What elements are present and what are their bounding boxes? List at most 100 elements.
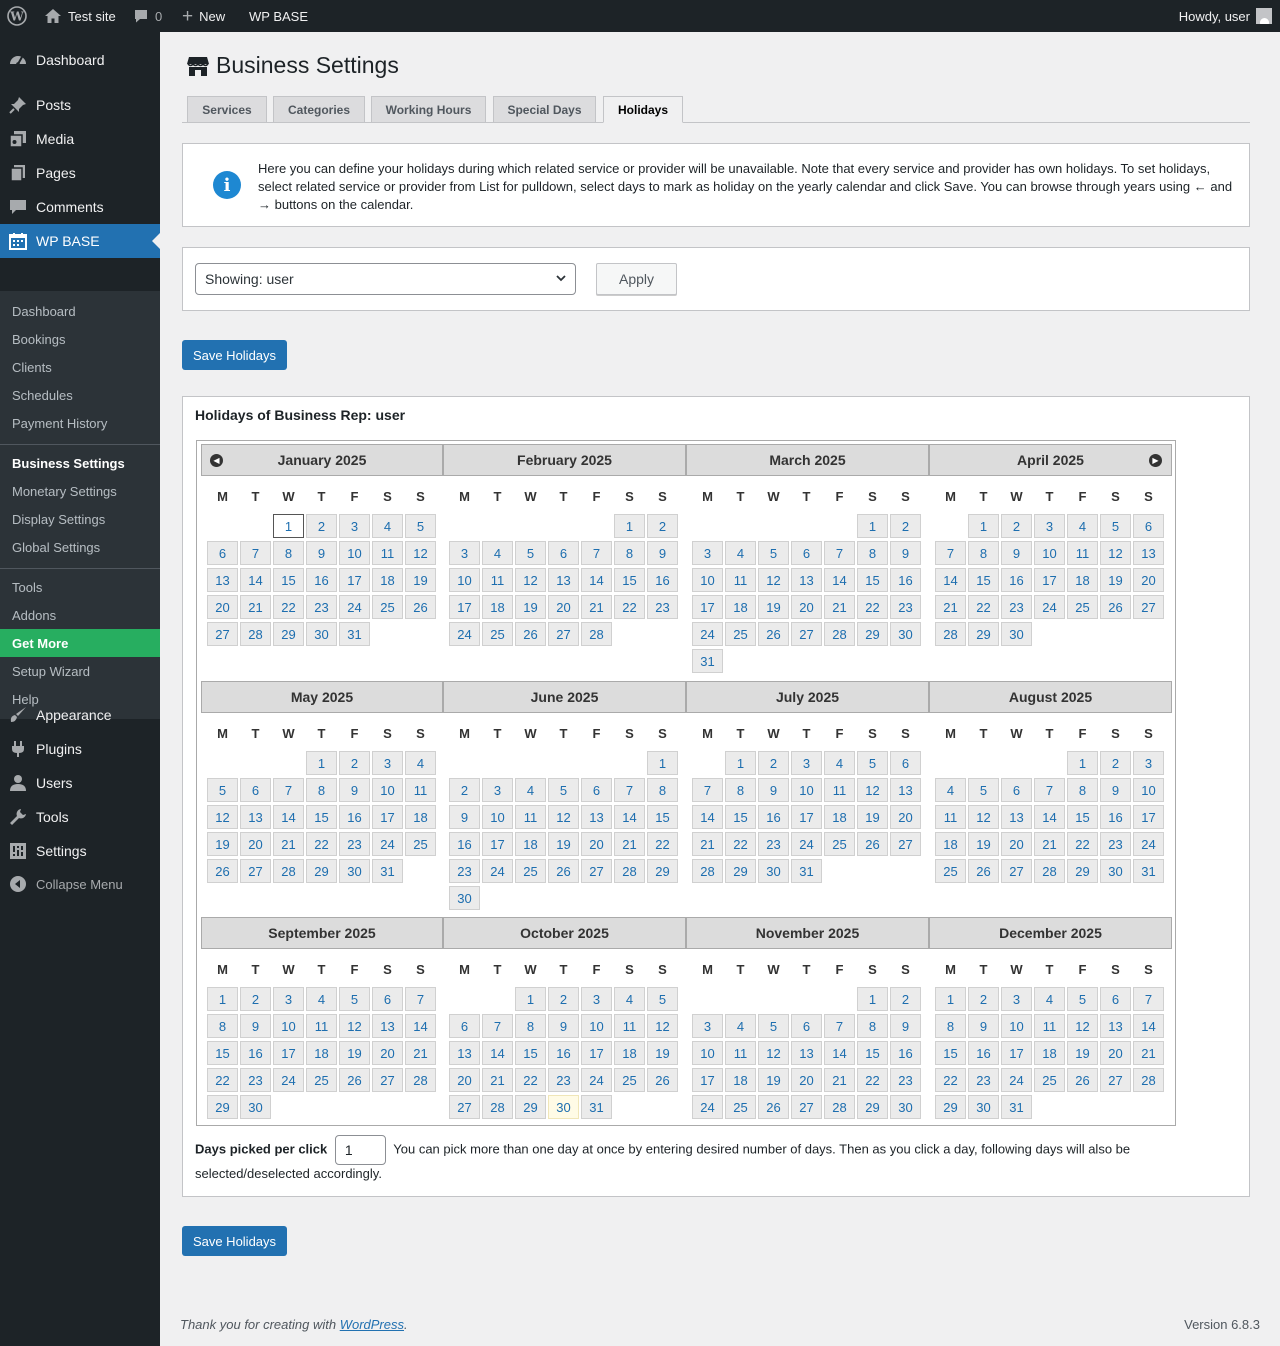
calendar-day[interactable]: 20 [791,595,822,619]
calendar-day[interactable]: 22 [515,1068,546,1092]
calendar-day[interactable]: 12 [515,568,546,592]
calendar-day[interactable]: 7 [1133,987,1164,1011]
calendar-day[interactable]: 16 [1001,568,1032,592]
calendar-day[interactable]: 9 [339,778,370,802]
calendar-day[interactable]: 12 [968,805,999,829]
calendar-day[interactable]: 31 [581,1095,612,1119]
calendar-day[interactable]: 7 [405,987,436,1011]
prev-year-icon[interactable]: ◀ [210,454,223,467]
calendar-day[interactable]: 25 [614,1068,645,1092]
calendar-day[interactable]: 28 [405,1068,436,1092]
calendar-day[interactable]: 3 [1133,751,1164,775]
calendar-day[interactable]: 3 [692,1014,723,1038]
calendar-day[interactable]: 13 [240,805,271,829]
calendar-day[interactable]: 21 [614,832,645,856]
calendar-day[interactable]: 4 [515,778,546,802]
calendar-day[interactable]: 8 [207,1014,238,1038]
calendar-day[interactable]: 16 [548,1041,579,1065]
calendar-day[interactable]: 19 [1100,568,1131,592]
calendar-day[interactable]: 23 [890,595,921,619]
calendar-day[interactable]: 10 [372,778,403,802]
calendar-day[interactable]: 17 [1133,805,1164,829]
calendar-day[interactable]: 28 [935,622,966,646]
calendar-day[interactable]: 22 [968,595,999,619]
calendar-day[interactable]: 15 [273,568,304,592]
save-holidays-button-top[interactable]: Save Holidays [182,340,287,370]
calendar-day[interactable]: 13 [1133,541,1164,565]
calendar-day[interactable]: 18 [935,832,966,856]
calendar-day[interactable]: 9 [449,805,480,829]
calendar-day[interactable]: 2 [968,987,999,1011]
calendar-day[interactable]: 11 [935,805,966,829]
calendar-day[interactable]: 31 [339,622,370,646]
calendar-day[interactable]: 8 [725,778,756,802]
calendar-day[interactable]: 4 [725,1014,756,1038]
calendar-day[interactable]: 7 [1034,778,1065,802]
calendar-day[interactable]: 24 [1034,595,1065,619]
calendar-day[interactable]: 22 [306,832,337,856]
calendar-day[interactable]: 11 [372,541,403,565]
calendar-day[interactable]: 22 [273,595,304,619]
calendar-day[interactable]: 21 [1034,832,1065,856]
provider-select[interactable]: Showing: user [195,263,576,295]
calendar-day[interactable]: 26 [548,859,579,883]
calendar-day[interactable]: 3 [372,751,403,775]
calendar-day[interactable]: 7 [581,541,612,565]
calendar-day[interactable]: 23 [968,1068,999,1092]
calendar-day[interactable]: 25 [405,832,436,856]
calendar-day[interactable]: 28 [273,859,304,883]
calendar-day[interactable]: 23 [1100,832,1131,856]
calendar-day[interactable]: 2 [647,514,678,538]
calendar-day[interactable]: 9 [306,541,337,565]
calendar-day[interactable]: 27 [890,832,921,856]
calendar-day[interactable]: 29 [857,622,888,646]
calendar-day[interactable]: 31 [1133,859,1164,883]
calendar-day[interactable]: 10 [339,541,370,565]
calendar-day[interactable]: 19 [339,1041,370,1065]
calendar-day[interactable]: 11 [515,805,546,829]
wordpress-link[interactable]: WordPress [340,1317,404,1332]
calendar-day[interactable]: 23 [890,1068,921,1092]
calendar-day[interactable]: 4 [614,987,645,1011]
submenu-get-more[interactable]: Get More [0,629,160,657]
calendar-day[interactable]: 11 [482,568,513,592]
calendar-day[interactable]: 10 [692,568,723,592]
calendar-day[interactable]: 27 [581,859,612,883]
calendar-day[interactable]: 5 [207,778,238,802]
calendar-day[interactable]: 22 [614,595,645,619]
calendar-day[interactable]: 20 [372,1041,403,1065]
calendar-day[interactable]: 6 [1133,514,1164,538]
calendar-day[interactable]: 23 [1001,595,1032,619]
calendar-day[interactable]: 23 [306,595,337,619]
calendar-day[interactable]: 16 [890,568,921,592]
calendar-day[interactable]: 9 [548,1014,579,1038]
calendar-day[interactable]: 30 [968,1095,999,1119]
calendar-day[interactable]: 15 [968,568,999,592]
calendar-day[interactable]: 18 [306,1041,337,1065]
calendar-day[interactable]: 14 [240,568,271,592]
calendar-day[interactable]: 26 [1100,595,1131,619]
calendar-day[interactable]: 24 [1001,1068,1032,1092]
calendar-day[interactable]: 17 [449,595,480,619]
menu-dashboard[interactable]: Dashboard [0,43,160,77]
tab-working-hours[interactable]: Working Hours [371,96,486,123]
calendar-day[interactable]: 22 [725,832,756,856]
calendar-day[interactable]: 30 [890,1095,921,1119]
calendar-day[interactable]: 23 [548,1068,579,1092]
calendar-day[interactable]: 7 [240,541,271,565]
calendar-day[interactable]: 2 [890,987,921,1011]
calendar-day[interactable]: 10 [791,778,822,802]
calendar-day[interactable]: 22 [935,1068,966,1092]
calendar-day[interactable]: 23 [758,832,789,856]
calendar-day[interactable]: 12 [339,1014,370,1038]
calendar-day[interactable]: 28 [614,859,645,883]
calendar-day[interactable]: 4 [725,541,756,565]
calendar-day[interactable]: 14 [935,568,966,592]
calendar-day[interactable]: 1 [647,751,678,775]
calendar-day[interactable]: 2 [449,778,480,802]
calendar-day[interactable]: 20 [581,832,612,856]
calendar-day[interactable]: 27 [1133,595,1164,619]
calendar-day[interactable]: 11 [725,568,756,592]
calendar-day[interactable]: 29 [207,1095,238,1119]
calendar-day[interactable]: 10 [692,1041,723,1065]
